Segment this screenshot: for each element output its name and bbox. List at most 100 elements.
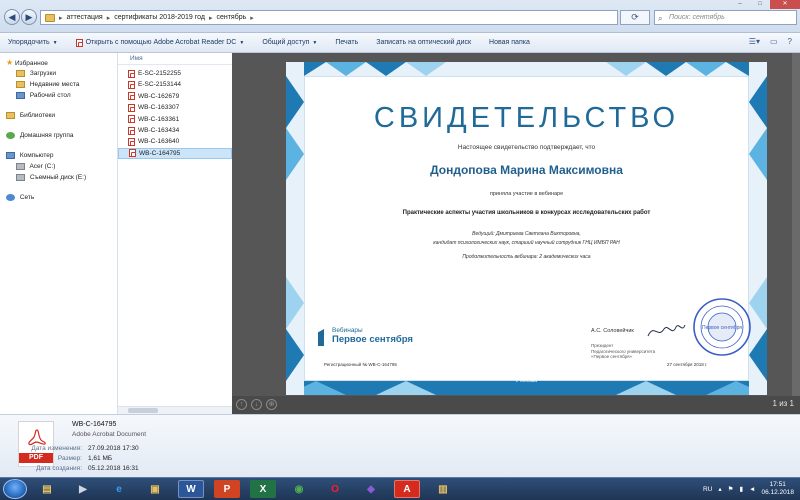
help-icon[interactable]: ? — [788, 37, 792, 46]
print-button[interactable]: Печать — [335, 39, 358, 46]
file-row[interactable]: E-SC-2152255 — [118, 68, 232, 79]
nav-drive-e[interactable]: Съемный диск (E:) — [0, 172, 117, 183]
back-button[interactable]: ◀ — [4, 9, 20, 25]
start-button[interactable] — [3, 479, 27, 499]
powerpoint-icon[interactable]: P — [214, 480, 240, 498]
file-name: WB-C-163434 — [138, 126, 180, 134]
logo-mark-icon — [318, 329, 324, 346]
close-button[interactable]: ✕ — [770, 0, 800, 9]
excel-icon[interactable]: X — [250, 480, 276, 498]
webinar-duration: Продолжительность вебинара: 2 академичес… — [462, 254, 591, 260]
scrollbar-thumb[interactable] — [128, 408, 158, 413]
nav-computer[interactable]: Компьютер — [0, 150, 117, 161]
webinar-title: Практические аспекты участия школьников … — [402, 210, 651, 216]
preview-pane-icon[interactable]: ▭ — [770, 37, 778, 46]
nav-label: Сеть — [19, 194, 35, 201]
visual-studio-icon[interactable]: ◆ — [358, 480, 384, 498]
share-button[interactable]: Общий доступ ▼ — [262, 39, 317, 46]
vertical-scrollbar[interactable] — [792, 53, 800, 396]
certificate-page: СВИДЕТЕЛЬСТВО Настоящее свидетельство по… — [286, 62, 767, 395]
signer-name: А.С. Соловейчик — [591, 328, 634, 334]
command-bar: Упорядочить ▼ Открыть с помощью Adobe Ac… — [0, 33, 800, 53]
drive-icon — [16, 162, 25, 170]
breadcrumb-item[interactable]: аттестация — [67, 14, 103, 21]
folder-icon[interactable]: ▣ — [142, 480, 168, 498]
file-row[interactable]: WB-C-163434 — [118, 125, 232, 136]
file-row[interactable]: WB-C-163361 — [118, 114, 232, 125]
refresh-button[interactable]: ⟳ — [620, 10, 650, 25]
maximize-button[interactable]: □ — [750, 0, 770, 9]
file-row-selected[interactable]: WB-C-164795 — [118, 147, 232, 160]
burn-label: Записать на оптический диск — [376, 39, 472, 46]
file-row[interactable]: WB-C-163307 — [118, 102, 232, 113]
forward-button[interactable]: ▶ — [21, 9, 37, 25]
signer-role-line: «Первое сентября» — [591, 354, 633, 359]
breadcrumb-item[interactable]: сентябрь — [216, 14, 246, 21]
file-name: WB-C-163640 — [138, 138, 180, 146]
internet-explorer-icon[interactable]: e — [106, 480, 132, 498]
zoom-icon[interactable]: ⊕ — [266, 399, 277, 410]
signature-image — [647, 324, 686, 337]
arrow-up-icon[interactable]: ↑ — [236, 399, 247, 410]
volume-icon[interactable]: ◄ — [749, 486, 755, 493]
details-pane: PDF WB-C-164795 Adobe Acrobat Document Д… — [0, 414, 800, 477]
network-tray-icon[interactable]: ▮ — [739, 485, 743, 493]
modified-value[interactable]: 27.09.2018 17:30 — [88, 445, 139, 452]
column-header-name[interactable]: Имя — [118, 53, 232, 65]
new-folder-button[interactable]: Новая папка — [489, 39, 530, 46]
file-row[interactable]: WB-C-163640 — [118, 136, 232, 147]
chrome-icon[interactable]: ◉ — [286, 480, 312, 498]
nav-desktop[interactable]: Рабочий стол — [0, 90, 117, 101]
burn-button[interactable]: Записать на оптический диск — [376, 39, 471, 46]
nav-drive-c[interactable]: Acer (C:) — [0, 161, 117, 172]
homegroup-icon — [6, 131, 15, 139]
view-options-icon[interactable]: ☰▾ — [749, 37, 760, 46]
opera-icon[interactable]: O — [322, 480, 348, 498]
minimize-button[interactable]: – — [730, 0, 750, 9]
certificate-city: г. Москва — [515, 378, 538, 384]
clock[interactable]: 17:51 06.12.2018 — [761, 481, 794, 497]
folder-open-icon[interactable]: ▥ — [430, 480, 456, 498]
preview-pane: СВИДЕТЕЛЬСТВО Настоящее свидетельство по… — [232, 53, 800, 414]
file-row[interactable]: WB-C-162679 — [118, 91, 232, 102]
page-count: 1 из 1 — [772, 399, 794, 408]
arrow-down-icon[interactable]: ↓ — [251, 399, 262, 410]
search-input[interactable]: ⌕ Поиск: сентябрь — [654, 10, 797, 25]
preview-footer: ↑ ↓ ⊕ 1 из 1 — [232, 396, 800, 414]
media-icon[interactable]: ▶ — [70, 480, 96, 498]
organize-button[interactable]: Упорядочить ▼ — [8, 39, 58, 46]
breadcrumb-item[interactable]: сертификаты 2018-2019 год — [114, 14, 205, 21]
explorer-icon[interactable]: ▤ — [34, 480, 60, 498]
nav-homegroup[interactable]: Домашняя группа — [0, 130, 117, 141]
nav-recent-places[interactable]: Недавние места — [0, 79, 117, 90]
new-folder-label: Новая папка — [489, 39, 530, 46]
network-icon — [6, 193, 15, 201]
file-row[interactable]: E-SC-2153144 — [118, 79, 232, 90]
breadcrumb[interactable]: ▸ аттестация ▸ сертификаты 2018-2019 год… — [40, 10, 618, 25]
file-name: WB-C-164795 — [139, 149, 181, 157]
nav-favorites[interactable]: ★ Избранное — [0, 57, 117, 68]
horizontal-scrollbar[interactable] — [118, 406, 232, 414]
recent-places-icon — [16, 80, 25, 88]
star-icon: ★ — [6, 58, 14, 67]
word-icon[interactable]: W — [178, 480, 204, 498]
pdf-icon — [128, 103, 135, 112]
clock-date: 06.12.2018 — [761, 489, 794, 496]
folder-icon — [16, 69, 25, 77]
file-name: WB-C-162679 — [138, 92, 180, 100]
tray-expand-icon[interactable]: ▴ — [718, 485, 721, 493]
nav-network[interactable]: Сеть — [0, 192, 117, 203]
webinars-logo: Вебинары Первое сентября — [318, 325, 418, 349]
open-with-button[interactable]: Открыть с помощью Adobe Acrobat Reader D… — [75, 38, 244, 47]
created-value[interactable]: 05.12.2018 16:31 — [88, 465, 139, 472]
nav-downloads[interactable]: Загрузки — [0, 68, 117, 79]
nav-libraries[interactable]: Библиотеки — [0, 110, 117, 121]
pdf-icon — [129, 149, 136, 158]
file-name: E-SC-2152255 — [138, 70, 181, 77]
flag-icon[interactable]: ⚑ — [728, 485, 734, 493]
language-indicator[interactable]: RU — [703, 486, 712, 493]
chevron-down-icon: ▼ — [312, 39, 318, 46]
chevron-right-icon: ▸ — [106, 14, 111, 22]
acrobat-reader-icon[interactable]: A — [394, 480, 420, 498]
organize-label: Упорядочить — [8, 39, 50, 46]
